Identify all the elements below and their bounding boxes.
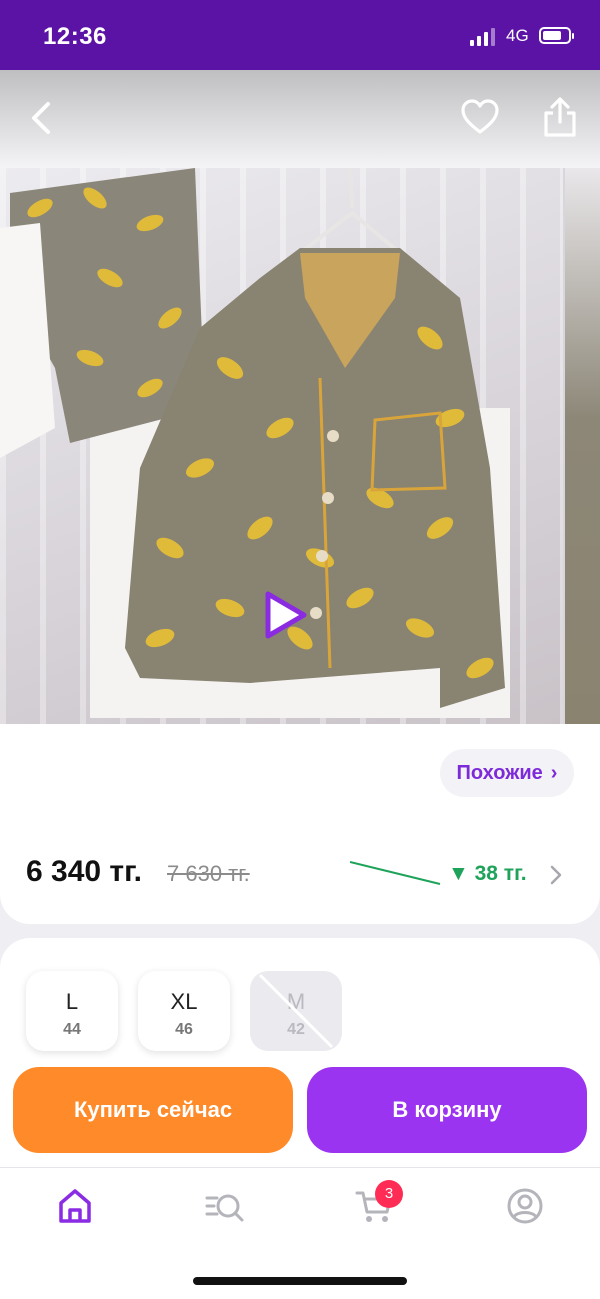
product-gallery[interactable] <box>0 168 600 724</box>
cart-count-badge: 3 <box>375 1180 403 1208</box>
status-bar: 12:36 4G <box>0 0 600 70</box>
similar-arrow: › <box>550 761 558 784</box>
similar-label: Похожие <box>456 761 543 784</box>
current-price: 6 340 тг. <box>26 855 142 888</box>
old-price: 7 630 тг. <box>167 861 250 886</box>
play-icon[interactable] <box>258 588 312 642</box>
next-photo-preview[interactable] <box>565 168 600 724</box>
price-drop[interactable]: ▼ 38 тг. <box>448 862 527 886</box>
price-trend-line <box>350 861 441 885</box>
network-type: 4G <box>506 26 529 45</box>
chevron-left-icon[interactable] <box>24 100 60 136</box>
profile-icon[interactable] <box>505 1186 545 1226</box>
chevron-right-icon[interactable] <box>548 864 564 886</box>
heart-icon[interactable] <box>460 98 500 138</box>
signal-icon <box>470 28 495 46</box>
status-time: 12:36 <box>43 23 107 50</box>
size-option-l[interactable]: L 44 <box>26 971 118 1051</box>
size-label: XL <box>170 989 198 1014</box>
similar-products-button[interactable]: Похожие › <box>440 749 574 797</box>
catalog-search-icon[interactable] <box>205 1186 245 1226</box>
product-header <box>0 70 600 168</box>
size-number: 44 <box>63 1021 81 1038</box>
size-label: L <box>65 989 79 1014</box>
size-option-m-unavailable: M 42 <box>250 971 342 1051</box>
share-icon[interactable] <box>542 96 578 138</box>
size-option-xl[interactable]: XL 46 <box>138 971 230 1051</box>
home-indicator <box>193 1277 407 1285</box>
add-to-cart-button[interactable]: В корзину <box>307 1067 587 1153</box>
unavailable-strike <box>258 973 334 1049</box>
size-number: 46 <box>175 1021 193 1038</box>
home-icon[interactable] <box>55 1186 95 1226</box>
battery-icon <box>539 27 574 44</box>
buy-now-button[interactable]: Купить сейчас <box>13 1067 293 1153</box>
battery-level <box>543 31 561 40</box>
